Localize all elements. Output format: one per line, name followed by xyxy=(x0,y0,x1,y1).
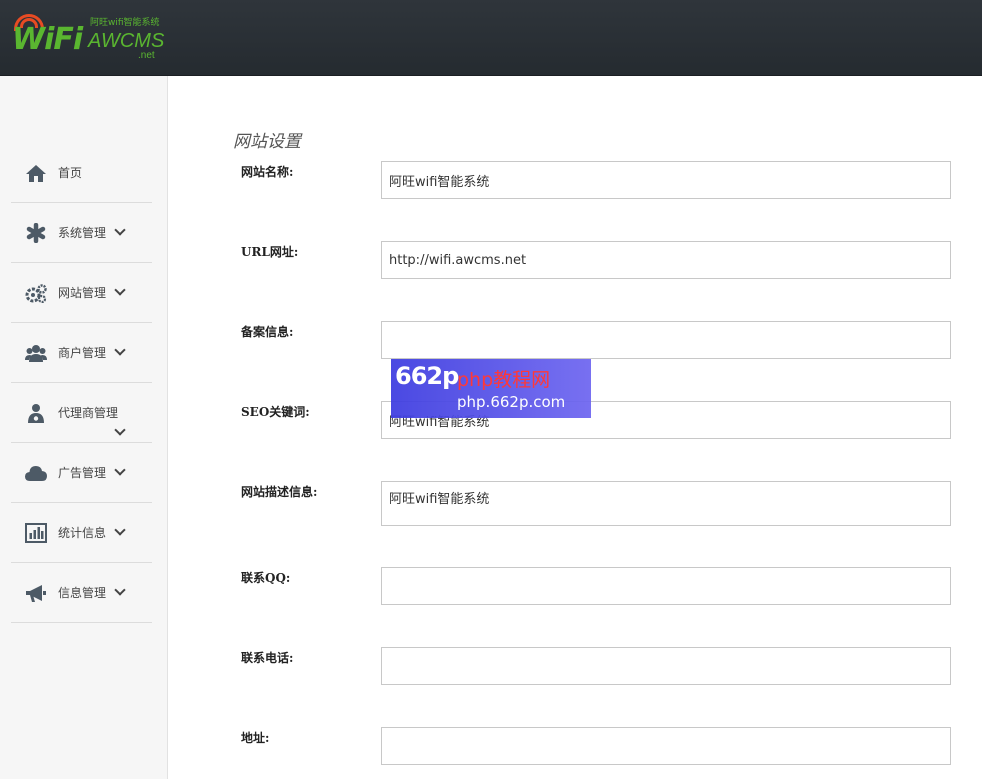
address-label: 地址: xyxy=(241,731,270,745)
brand-net-text: .net xyxy=(138,50,155,61)
watermark-title: php教程网 xyxy=(457,369,551,391)
sidebar-item-label: 统计信息 xyxy=(58,526,107,540)
sidebar-item-home[interactable]: 首页 xyxy=(11,142,152,203)
top-bar: 阿旺wifi智能系统 WiFi AWCMS .net xyxy=(0,0,982,76)
sidebar-item-label: 网站管理 xyxy=(58,286,107,300)
sidebar-item-ads[interactable]: 广告管理 xyxy=(11,442,152,503)
cloud-icon xyxy=(25,466,47,481)
site-name-field[interactable] xyxy=(381,161,951,199)
sidebar-item-label: 代理商管理 xyxy=(58,406,119,420)
brand-wifi-text: WiFi xyxy=(12,22,83,57)
watermark-url: php.662p.com xyxy=(457,393,566,411)
sidebar-item-website[interactable]: 网站管理 xyxy=(11,262,152,323)
url-label: URL网址: xyxy=(241,245,299,259)
chevron-down-icon xyxy=(114,224,126,236)
seo-keywords-label: SEO关键词: xyxy=(241,405,310,419)
user-md-icon xyxy=(28,404,44,423)
chevron-down-icon xyxy=(114,524,126,536)
sidebar-item-agent[interactable]: 代理商管理 xyxy=(11,382,152,443)
contact-qq-label: 联系QQ: xyxy=(241,571,291,585)
users-icon xyxy=(25,345,47,362)
chevron-down-icon xyxy=(114,464,126,476)
sidebar-item-label: 商户管理 xyxy=(58,346,107,360)
watermark-overlay: 662p php教程网 php.662p.com xyxy=(391,359,591,418)
chevron-down-icon xyxy=(114,584,126,596)
home-icon xyxy=(26,165,46,182)
contact-phone-label: 联系电话: xyxy=(241,651,294,665)
asterisk-icon xyxy=(26,223,46,243)
icp-field[interactable] xyxy=(381,321,951,359)
icp-label: 备案信息: xyxy=(241,325,294,339)
brand-tagline: 阿旺wifi智能系统 xyxy=(90,18,160,28)
address-field[interactable] xyxy=(381,727,951,765)
contact-phone-field[interactable] xyxy=(381,647,951,685)
site-description-label: 网站描述信息: xyxy=(241,485,318,499)
chevron-down-icon xyxy=(114,284,126,296)
site-description-field[interactable]: 阿旺wifi智能系统 xyxy=(381,481,951,526)
brand-logo[interactable]: 阿旺wifi智能系统 WiFi AWCMS .net xyxy=(10,12,180,64)
sidebar-item-label: 广告管理 xyxy=(58,466,107,480)
site-name-label: 网站名称: xyxy=(241,165,294,179)
sidebar-item-label: 系统管理 xyxy=(58,226,107,240)
chevron-down-icon xyxy=(114,424,126,436)
bar-chart-icon xyxy=(25,523,47,543)
watermark-logo: 662p xyxy=(395,362,459,390)
url-field[interactable] xyxy=(381,241,951,279)
sidebar-item-label: 首页 xyxy=(58,166,83,180)
chevron-down-icon xyxy=(114,344,126,356)
sidebar-item-info[interactable]: 信息管理 xyxy=(11,562,152,623)
sidebar: 首页 系统管理 网站管理 商户管理 代理商管理 广告管理 统计信息 信息管理 xyxy=(0,76,168,779)
gears-icon xyxy=(25,284,47,303)
sidebar-item-label: 信息管理 xyxy=(58,586,107,600)
bullhorn-icon xyxy=(26,585,46,602)
contact-qq-field[interactable] xyxy=(381,567,951,605)
page-title: 网站设置 xyxy=(233,132,301,152)
sidebar-item-system[interactable]: 系统管理 xyxy=(11,202,152,263)
sidebar-item-merchant[interactable]: 商户管理 xyxy=(11,322,152,383)
sidebar-item-stats[interactable]: 统计信息 xyxy=(11,502,152,563)
